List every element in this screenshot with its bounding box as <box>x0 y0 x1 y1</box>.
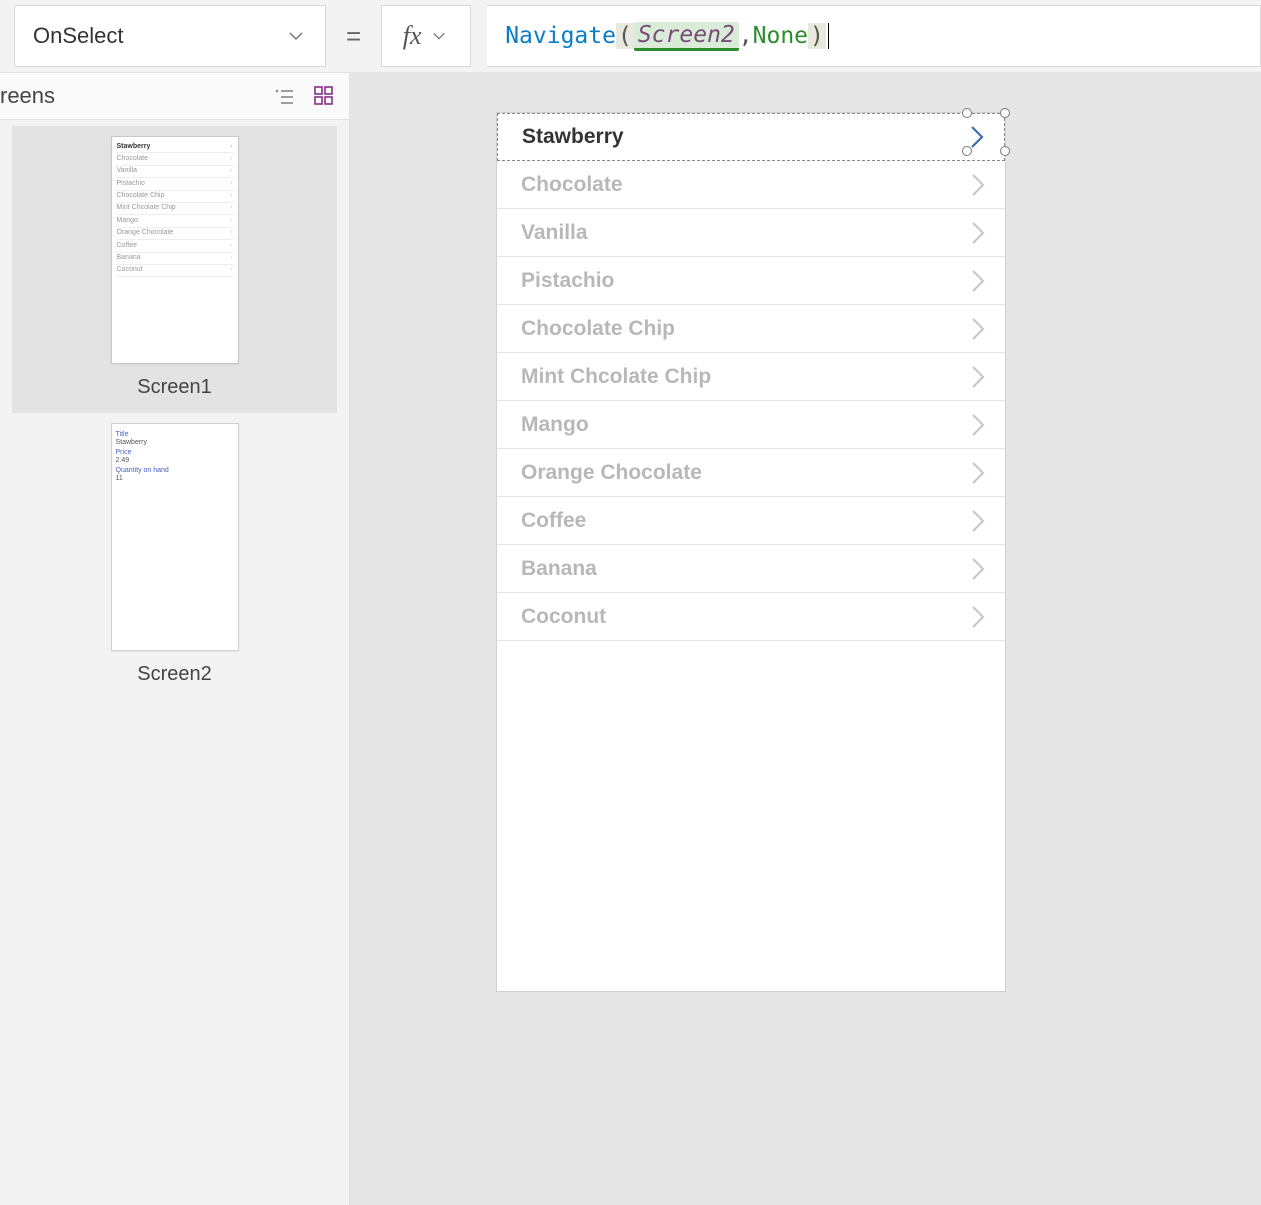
gallery-item[interactable]: Vanilla <box>497 209 1005 257</box>
screens-panel: reens <box>0 72 350 1205</box>
gallery-item[interactable]: Pistachio <box>497 257 1005 305</box>
screen-thumbnail-screen2[interactable]: Title Stawberry Price 2.49 Quantity on h… <box>12 413 337 700</box>
formula-comma: , <box>739 23 753 49</box>
thumbnail-view-icon[interactable] <box>313 85 335 107</box>
thumbnail-preview: Stawberry› Chocolate› Vanilla› Pistachio… <box>111 136 239 364</box>
gallery-item-selected[interactable]: Stawberry <box>497 113 1005 161</box>
screen-thumbnails: Stawberry› Chocolate› Vanilla› Pistachio… <box>0 120 349 700</box>
property-dropdown[interactable]: OnSelect <box>14 5 326 67</box>
gallery-item-label: Chocolate <box>521 173 623 197</box>
gallery-item[interactable]: Coffee <box>497 497 1005 545</box>
chevron-down-icon <box>428 25 450 47</box>
formula-function: Navigate <box>505 23 616 49</box>
chevron-right-icon[interactable] <box>969 507 987 535</box>
gallery-item-label: Banana <box>521 557 597 581</box>
thumbnail-label: Screen2 <box>137 663 212 686</box>
gallery-item-label: Vanilla <box>521 221 588 245</box>
gallery-item[interactable]: Chocolate <box>497 161 1005 209</box>
gallery-item-label: Chocolate Chip <box>521 317 675 341</box>
text-cursor <box>828 23 829 49</box>
chevron-right-icon[interactable] <box>969 555 987 583</box>
gallery-item-label: Mint Chcolate Chip <box>521 365 711 389</box>
chevron-right-icon[interactable] <box>969 411 987 439</box>
formula-input[interactable]: Navigate( Screen2, None ) <box>487 5 1261 67</box>
gallery-item[interactable]: Chocolate Chip <box>497 305 1005 353</box>
gallery-item-label: Orange Chocolate <box>521 461 702 485</box>
fx-label: fx <box>403 21 422 51</box>
screen-thumbnail-screen1[interactable]: Stawberry› Chocolate› Vanilla› Pistachio… <box>12 126 337 413</box>
thumbnail-label: Screen1 <box>137 376 212 399</box>
main-area: reens <box>0 72 1261 1205</box>
design-canvas[interactable]: Stawberry Chocolate Vanilla <box>350 72 1261 1205</box>
formula-none: None <box>753 23 808 49</box>
chevron-right-icon[interactable] <box>969 363 987 391</box>
chevron-right-icon[interactable] <box>969 603 987 631</box>
formula-open-paren: ( <box>616 23 634 49</box>
property-dropdown-value: OnSelect <box>33 23 124 49</box>
gallery-item[interactable]: Orange Chocolate <box>497 449 1005 497</box>
gallery-item[interactable]: Banana <box>497 545 1005 593</box>
thumbnail-preview: Title Stawberry Price 2.49 Quantity on h… <box>111 423 239 651</box>
phone-frame: Stawberry Chocolate Vanilla <box>496 112 1006 992</box>
gallery-item-label: Pistachio <box>521 269 614 293</box>
gallery-item-label: Coffee <box>521 509 586 533</box>
chevron-right-icon[interactable] <box>969 315 987 343</box>
gallery-item[interactable]: Coconut <box>497 593 1005 641</box>
gallery-item[interactable]: Mint Chcolate Chip <box>497 353 1005 401</box>
chevron-down-icon <box>285 25 307 47</box>
fx-button[interactable]: fx <box>381 5 471 67</box>
chevron-right-icon[interactable] <box>969 171 987 199</box>
tree-view-icon[interactable] <box>273 85 295 107</box>
formula-close-paren: ) <box>808 23 826 49</box>
chevron-right-icon[interactable] <box>968 123 986 151</box>
equals-label: = <box>342 21 365 52</box>
chevron-right-icon[interactable] <box>969 219 987 247</box>
gallery-item[interactable]: Mango <box>497 401 1005 449</box>
gallery-item-label: Mango <box>521 413 589 437</box>
gallery-item-label: Stawberry <box>522 125 624 149</box>
gallery-item-label: Coconut <box>521 605 606 629</box>
formula-bar-row: OnSelect = fx Navigate( Screen2, None ) <box>0 0 1261 72</box>
chevron-right-icon[interactable] <box>969 459 987 487</box>
chevron-right-icon[interactable] <box>969 267 987 295</box>
formula-argument: Screen2 <box>634 22 739 51</box>
screens-panel-title: reens <box>0 83 55 109</box>
screens-panel-header: reens <box>0 72 349 120</box>
